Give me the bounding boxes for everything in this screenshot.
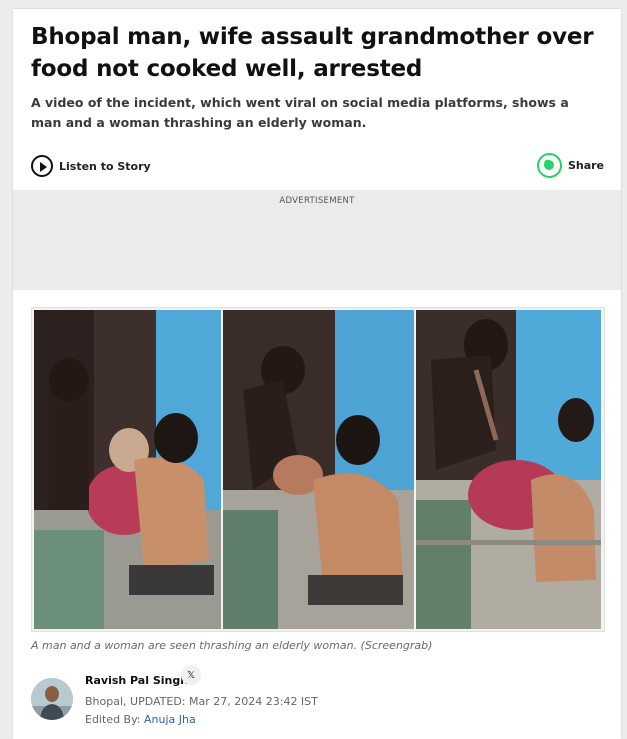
- edited-by-label: Edited By:: [85, 713, 141, 726]
- byline: Ravish Pal Singh 𝕏 Bhopal, UPDATED: Mar …: [31, 665, 601, 732]
- share-label: Share: [567, 159, 604, 172]
- listen-to-story-button[interactable]: Listen to Story: [31, 155, 151, 177]
- screengrab-frame-2: [223, 310, 414, 629]
- hero-image[interactable]: [31, 307, 605, 632]
- x-social-icon[interactable]: 𝕏: [181, 665, 201, 685]
- editor-link[interactable]: Anuja Jha: [144, 713, 196, 726]
- play-circle-icon: [31, 155, 53, 177]
- listen-to-story-label: Listen to Story: [59, 159, 151, 173]
- location: Bhopal,: [85, 695, 127, 708]
- article-summary: A video of the incident, which went vira…: [31, 95, 569, 130]
- share-button[interactable]: Share: [536, 153, 604, 178]
- article-card: Bhopal man, wife assault grandmother ove…: [13, 9, 621, 739]
- author-name[interactable]: Ravish Pal Singh: [85, 674, 188, 687]
- updated-timestamp: UPDATED: Mar 27, 2024 23:42 IST: [130, 695, 318, 708]
- image-caption: A man and a woman are seen thrashing an …: [31, 639, 433, 652]
- author-avatar[interactable]: [31, 678, 73, 720]
- screengrab-frame-1: [34, 310, 221, 629]
- article-headline: Bhopal man, wife assault grandmother ove…: [31, 24, 594, 82]
- dateline: Bhopal, UPDATED: Mar 27, 2024 23:42 IST: [85, 695, 318, 708]
- screengrab-frame-3: [416, 310, 601, 629]
- whatsapp-icon: [536, 153, 562, 178]
- edited-by: Edited By: Anuja Jha: [85, 713, 196, 726]
- advertisement-label: ADVERTISEMENT: [279, 196, 355, 206]
